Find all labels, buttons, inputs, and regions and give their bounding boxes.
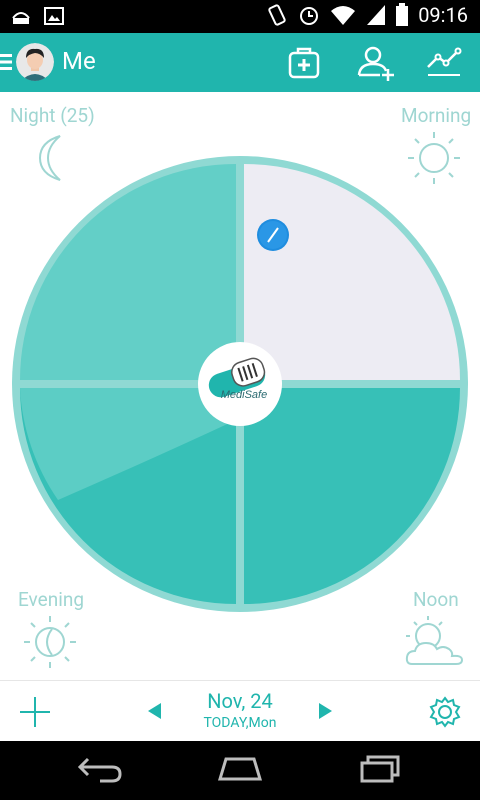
next-day-icon[interactable]	[318, 703, 332, 719]
current-date[interactable]: Nov, 24	[0, 689, 480, 713]
menu-icon[interactable]	[0, 53, 12, 71]
system-nav-bar	[0, 741, 480, 800]
settings-gear-icon[interactable]	[428, 695, 462, 729]
quadrant-noon[interactable]	[244, 388, 460, 604]
partly-cloudy-icon	[405, 616, 464, 665]
image-notification-icon	[44, 7, 64, 25]
evening-sun-moon-icon	[24, 616, 76, 668]
dosage-dial: MediSafe	[12, 156, 468, 612]
notification-area	[10, 6, 64, 26]
recent-apps-icon[interactable]	[356, 753, 404, 785]
morning-label: Morning	[401, 104, 472, 127]
clock: 09:16	[418, 3, 468, 27]
pill-icon[interactable]	[257, 219, 289, 251]
chart-icon[interactable]	[424, 43, 464, 83]
battery-icon	[396, 3, 409, 26]
app-bar: Me	[0, 33, 480, 92]
logo-text: MediSafe	[221, 389, 267, 401]
profile-name[interactable]: Me	[62, 47, 96, 75]
night-label: Night (25)	[10, 104, 95, 127]
back-icon[interactable]	[76, 753, 124, 785]
current-day-label: TODAY,Mon	[203, 715, 277, 731]
add-person-icon[interactable]	[356, 43, 396, 83]
alarm-icon	[300, 7, 319, 25]
medicine-cabinet-icon[interactable]	[284, 43, 324, 83]
wifi-icon	[331, 6, 356, 25]
rotation-icon	[268, 4, 286, 26]
signal-icon	[367, 5, 386, 25]
download-notification-icon	[12, 12, 30, 24]
date-bar: Nov, 24 TODAY,Mon	[0, 680, 480, 742]
system-status: 09:16	[266, 3, 468, 27]
quadrant-night[interactable]	[20, 164, 236, 380]
avatar[interactable]	[16, 43, 54, 81]
quadrant-morning[interactable]	[244, 164, 460, 380]
status-bar: 09:16	[0, 0, 480, 33]
home-icon[interactable]	[216, 753, 264, 785]
